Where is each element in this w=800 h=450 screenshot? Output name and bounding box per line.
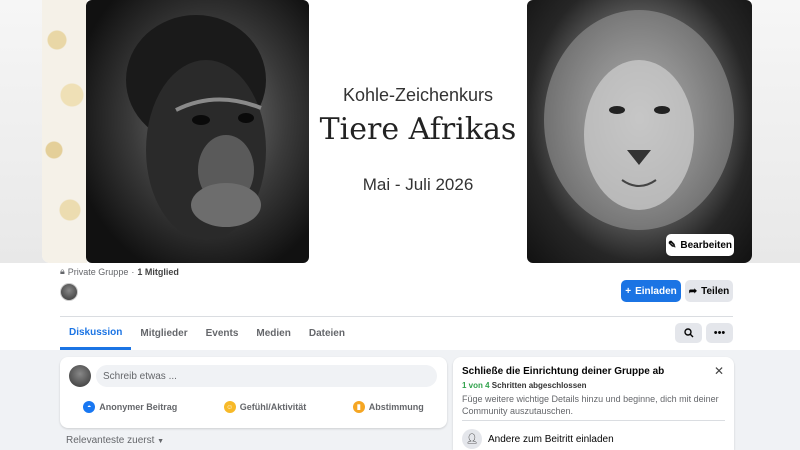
invite-label: Einladen — [635, 285, 677, 297]
feeling-activity-label: Gefühl/Aktivität — [239, 402, 307, 412]
tab-members[interactable]: Mitglieder — [131, 317, 196, 350]
cover-photo[interactable]: Kohle-Zeichenkurs Tiere Afrikas Mai - Ju… — [42, 0, 752, 263]
edit-cover-label: Bearbeiten — [680, 239, 733, 251]
smiley-icon: ☺ — [223, 401, 236, 413]
cover-title: Tiere Afrikas — [319, 112, 517, 147]
plus-icon: + — [625, 285, 632, 297]
member-count[interactable]: 1 Mitglied — [137, 267, 179, 277]
setup-divider — [462, 420, 725, 421]
poll-label: Abstimmung — [368, 402, 424, 412]
setup-item-invite[interactable]: 👤︎ Andere zum Beitritt einladen — [462, 429, 614, 449]
setup-description: Füge weitere wichtige Details hinzu und … — [462, 394, 719, 416]
more-dots-icon: ••• — [713, 327, 726, 339]
sort-dropdown[interactable]: Relevanteste zuerst ▼ — [66, 435, 164, 446]
cover-bokeh — [42, 0, 87, 263]
invite-button[interactable]: + Einladen — [621, 280, 681, 302]
group-tabs: Diskussion Mitglieder Events Medien Date… — [60, 317, 354, 350]
meta-separator: · — [131, 266, 135, 277]
more-button[interactable]: ••• — [706, 323, 733, 343]
share-button[interactable]: ➦ Teilen — [685, 280, 733, 302]
composer-input[interactable]: Schreib etwas ... — [96, 365, 437, 387]
composer-actions: ◓ Anonymer Beitrag ☺ Gefühl/Aktivität ▮ … — [60, 401, 447, 413]
tab-files[interactable]: Dateien — [300, 317, 354, 350]
incognito-icon: ◓ — [83, 401, 96, 413]
cover-date: Mai - Juli 2026 — [362, 175, 474, 194]
setup-progress: 1 von 4 Schritten abgeschlossen — [462, 381, 587, 390]
setup-item-label: Andere zum Beitritt einladen — [488, 433, 614, 445]
post-composer: Schreib etwas ... ◓ Anonymer Beitrag ☺ G… — [60, 357, 447, 428]
share-label: Teilen — [701, 285, 730, 297]
pencil-icon: ✎ — [667, 239, 677, 251]
chevron-down-icon: ▼ — [157, 438, 165, 445]
gorilla-drawing — [86, 0, 309, 263]
member-avatar[interactable] — [60, 283, 78, 301]
feeling-activity-button[interactable]: ☺ Gefühl/Aktivität — [223, 401, 307, 413]
search-button[interactable] — [675, 323, 702, 343]
cover-text: Kohle-Zeichenkurs Tiere Afrikas Mai - Ju… — [309, 0, 527, 263]
cover-subtitle: Kohle-Zeichenkurs — [342, 85, 494, 105]
close-icon[interactable]: ✕ — [714, 364, 724, 378]
setup-title: Schließe die Einrichtung deiner Gruppe a… — [462, 366, 665, 377]
tab-discussion[interactable]: Diskussion — [60, 317, 132, 350]
search-icon — [683, 328, 693, 338]
composer-avatar[interactable] — [69, 365, 91, 387]
tab-events[interactable]: Events — [197, 317, 248, 350]
person-icon: 👤︎ — [462, 429, 482, 449]
setup-card: Schließe die Einrichtung deiner Gruppe a… — [453, 357, 734, 450]
share-arrow-icon: ➦ — [688, 285, 698, 297]
anonymous-post-button[interactable]: ◓ Anonymer Beitrag — [83, 401, 177, 413]
lock-icon: 🔒︎ — [60, 266, 65, 276]
poll-icon: ▮ — [352, 401, 365, 413]
group-privacy: Private Gruppe — [67, 266, 129, 277]
sort-label: Relevanteste zuerst — [66, 435, 155, 446]
edit-cover-button[interactable]: ✎ Bearbeiten — [666, 234, 734, 256]
lion-drawing — [527, 0, 752, 263]
group-meta: 🔒︎ Private Gruppe · 1 Mitglied — [60, 266, 179, 277]
anonymous-post-label: Anonymer Beitrag — [99, 402, 178, 412]
setup-progress-rest: Schritten abgeschlossen — [489, 381, 587, 390]
setup-progress-count: 1 von 4 — [462, 381, 490, 390]
tab-media[interactable]: Medien — [247, 317, 299, 350]
poll-button[interactable]: ▮ Abstimmung — [352, 401, 424, 413]
